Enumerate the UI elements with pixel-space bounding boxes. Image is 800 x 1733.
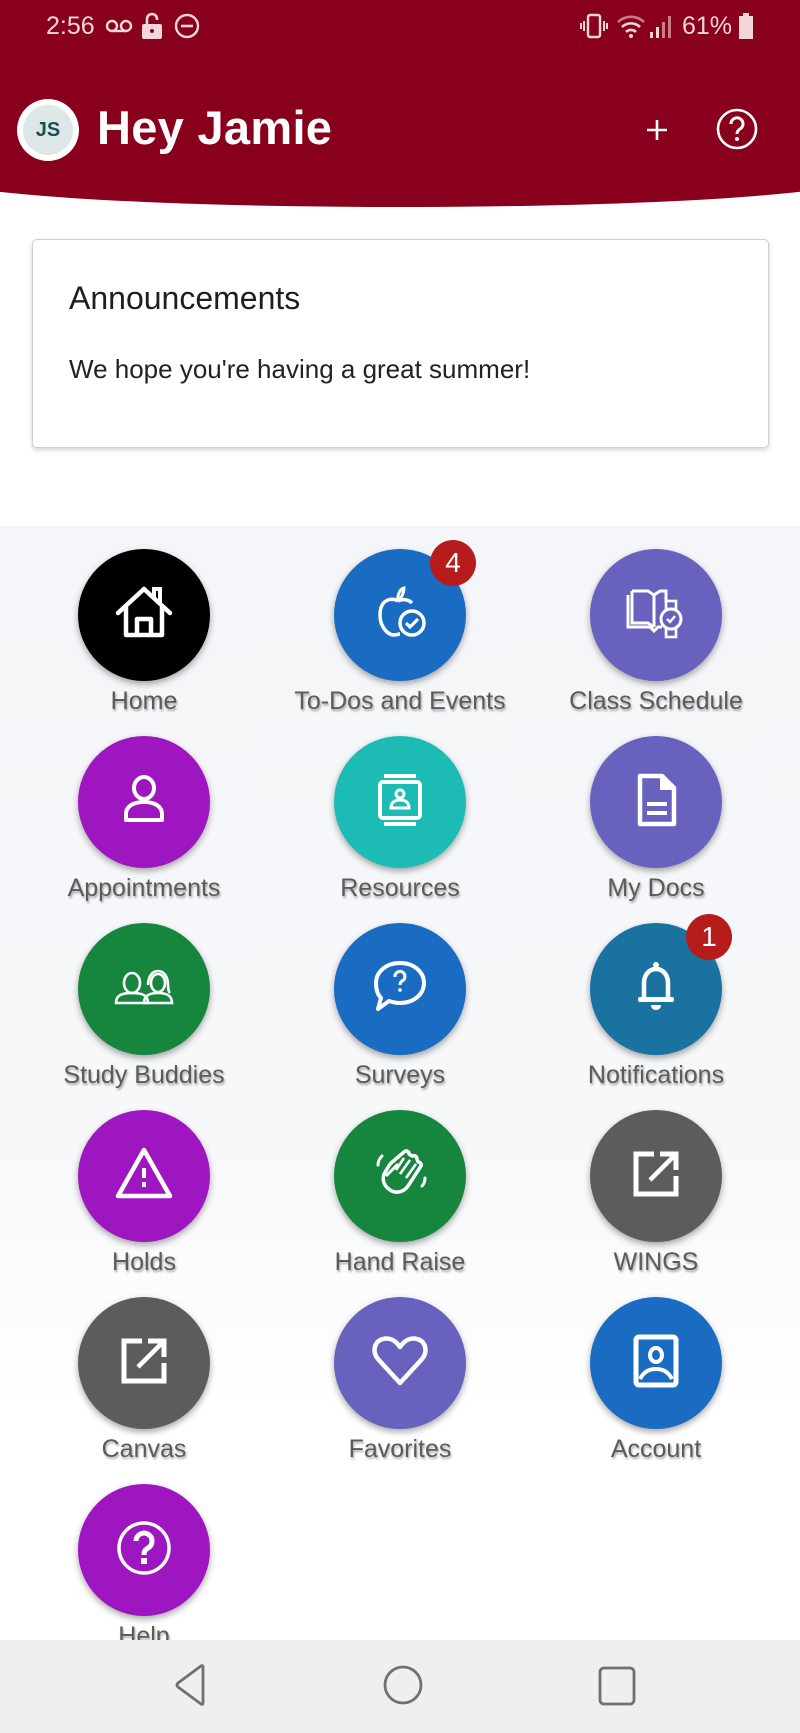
- avatar-initials: JS: [23, 105, 73, 155]
- announcement-text: We hope you're having a great summer!: [69, 354, 531, 384]
- plus-icon: [644, 110, 670, 153]
- tile-circle[interactable]: [78, 1110, 210, 1242]
- do-not-disturb-icon: [174, 12, 200, 40]
- tile-canvas[interactable]: Canvas: [16, 1274, 272, 1463]
- vibrate-icon: [580, 12, 608, 40]
- two-people-icon: [112, 955, 176, 1024]
- lock-icon: [141, 12, 163, 40]
- voicemail-icon: [105, 12, 133, 40]
- status-time: 2:56: [46, 12, 95, 40]
- tile-study-buddies[interactable]: Study Buddies: [16, 900, 272, 1089]
- tile-to-dos-and-events[interactable]: 4 To-Dos and Events: [272, 526, 528, 715]
- tile-circle[interactable]: [78, 549, 210, 681]
- tile-label: To-Dos and Events: [294, 687, 506, 715]
- question-bubble-icon: [368, 955, 432, 1024]
- tile-circle[interactable]: [590, 549, 722, 681]
- tile-my-docs[interactable]: My Docs: [528, 713, 784, 902]
- tile-circle[interactable]: [334, 736, 466, 868]
- tile-circle[interactable]: [590, 1297, 722, 1429]
- tile-circle[interactable]: [78, 1484, 210, 1616]
- tile-label: WINGS: [613, 1248, 699, 1276]
- back-icon: [170, 1663, 210, 1712]
- external-link-icon: [624, 1142, 688, 1211]
- add-button[interactable]: [634, 108, 680, 154]
- tile-favorites[interactable]: Favorites: [272, 1274, 528, 1463]
- external-link-icon: [112, 1329, 176, 1398]
- tile-holds[interactable]: Holds: [16, 1087, 272, 1276]
- tile-class-schedule[interactable]: Class Schedule: [528, 526, 784, 715]
- tile-circle[interactable]: [78, 923, 210, 1055]
- help-circle-icon: [715, 107, 759, 156]
- book-watch-icon: [622, 581, 690, 650]
- tile-circle[interactable]: [590, 1110, 722, 1242]
- tile-circle[interactable]: [590, 736, 722, 868]
- tile-label: Canvas: [101, 1435, 187, 1463]
- tile-circle[interactable]: [334, 923, 466, 1055]
- home-nav-button[interactable]: [378, 1662, 428, 1712]
- tile-label: Resources: [340, 874, 460, 902]
- wifi-icon: [616, 12, 646, 40]
- tile-hand-raise[interactable]: Hand Raise: [272, 1087, 528, 1276]
- tile-notifications[interactable]: 1 Notifications: [528, 900, 784, 1089]
- bell-icon: [624, 955, 688, 1024]
- tile-label: Holds: [112, 1248, 176, 1276]
- battery-percent: 61%: [682, 12, 733, 40]
- tile-circle[interactable]: [334, 1110, 466, 1242]
- announcements-card: Announcements We hope you're having a gr…: [32, 239, 769, 448]
- greeting-title: Hey Jamie: [97, 101, 333, 154]
- home-icon: [112, 581, 176, 650]
- apple-check-icon: [368, 581, 432, 650]
- battery-icon: [738, 12, 754, 40]
- contact-book-icon: [368, 768, 432, 837]
- status-bar: 2:56 61%: [0, 0, 800, 56]
- home-circle-icon: [382, 1664, 424, 1711]
- tile-label: Notifications: [587, 1061, 725, 1089]
- recents-button[interactable]: [592, 1662, 642, 1712]
- system-nav-bar: [0, 1640, 800, 1733]
- tile-appointments[interactable]: Appointments: [16, 713, 272, 902]
- help-button[interactable]: [714, 108, 760, 154]
- tile-circle[interactable]: [78, 736, 210, 868]
- tile-label: Appointments: [67, 874, 221, 902]
- notification-badge: 1: [686, 914, 732, 960]
- signal-icon: [648, 12, 676, 40]
- avatar[interactable]: JS: [17, 99, 79, 161]
- help-circle-icon: [112, 1516, 176, 1585]
- account-portrait-icon: [624, 1329, 688, 1398]
- tile-label: Study Buddies: [63, 1061, 225, 1089]
- tile-wings[interactable]: WINGS: [528, 1087, 784, 1276]
- document-icon: [624, 768, 688, 837]
- tile-label: Class Schedule: [569, 687, 743, 715]
- waving-hand-icon: [368, 1142, 432, 1211]
- tile-home[interactable]: Home: [16, 526, 272, 715]
- heart-icon: [368, 1329, 432, 1398]
- tile-circle[interactable]: [334, 1297, 466, 1429]
- tile-label: Account: [610, 1435, 702, 1463]
- tile-label: Surveys: [354, 1061, 446, 1089]
- tile-resources[interactable]: Resources: [272, 713, 528, 902]
- tile-account[interactable]: Account: [528, 1274, 784, 1463]
- warning-icon: [112, 1142, 176, 1211]
- recents-icon: [596, 1664, 638, 1711]
- notification-badge: 4: [430, 540, 476, 586]
- tile-surveys[interactable]: Surveys: [272, 900, 528, 1089]
- announcements-title: Announcements: [69, 280, 301, 316]
- tile-label: Home: [110, 687, 178, 715]
- tile-label: My Docs: [607, 874, 705, 902]
- tile-label: Hand Raise: [334, 1248, 466, 1276]
- back-button[interactable]: [165, 1662, 215, 1712]
- tile-label: Favorites: [348, 1435, 452, 1463]
- person-icon: [112, 768, 176, 837]
- tile-help[interactable]: Help: [16, 1461, 272, 1650]
- tile-circle[interactable]: [78, 1297, 210, 1429]
